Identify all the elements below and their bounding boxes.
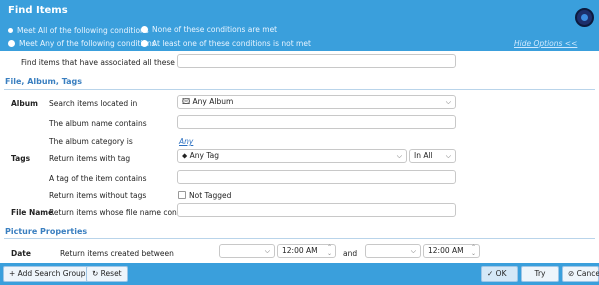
without-tags-label: Return items without tags: [49, 191, 147, 200]
album-select[interactable]: 🖾 Any Album ⌵: [177, 95, 456, 109]
from-time-input[interactable]: 12:00 AM ⌃ ⌄: [277, 244, 336, 258]
not-tagged-checkbox[interactable]: [178, 191, 186, 199]
album-group-label: Album: [11, 99, 38, 108]
chevron-down-icon: ⌵: [264, 247, 270, 255]
radio-one-not-met-label: At least one of these conditions is not …: [152, 39, 311, 48]
check-icon: ✓: [487, 269, 496, 278]
spinner-icon[interactable]: ⌃ ⌄: [471, 245, 476, 257]
from-time-value: 12:00 AM: [282, 246, 318, 255]
tags-with-label: Return items with tag: [49, 154, 131, 163]
add-search-group-button[interactable]: + Add Search Group: [3, 266, 92, 282]
to-time-value: 12:00 AM: [428, 246, 464, 255]
tag-contains-input[interactable]: [177, 170, 456, 184]
radio-none-met[interactable]: None of these conditions are met: [141, 25, 277, 34]
reset-icon: ↻: [92, 269, 101, 278]
album-name-input[interactable]: [177, 115, 456, 129]
cancel-button[interactable]: ⊘ Cancel: [562, 266, 599, 282]
file-name-group-label: File Name: [11, 208, 54, 217]
date-group-label: Date: [11, 249, 31, 258]
album-located-label: Search items located in: [49, 99, 138, 108]
file-name-input[interactable]: [177, 203, 456, 217]
radio-icon: [8, 40, 15, 47]
section-picture-properties: Picture Properties: [5, 227, 88, 236]
reset-button[interactable]: ↻ Reset: [86, 266, 128, 282]
radio-meet-all[interactable]: Meet All of the following conditions: [8, 26, 149, 35]
album-category-label: The album category is: [49, 137, 133, 146]
reset-label: Reset: [100, 269, 122, 278]
radio-none-met-label: None of these conditions are met: [152, 25, 278, 34]
radio-one-not-met[interactable]: At least one of these conditions is not …: [141, 39, 311, 48]
chevron-down-icon: ⌵: [410, 247, 416, 255]
album-icon: 🖾: [182, 97, 193, 106]
tag-contains-label: A tag of the item contains: [49, 174, 147, 183]
date-label: Return items created between: [60, 249, 174, 258]
tags-group-label: Tags: [11, 154, 31, 163]
radio-icon: [141, 26, 148, 33]
file-name-label: Return items whose file name contains: [49, 208, 196, 217]
tag-icon: ⬥: [182, 151, 190, 160]
album-category-link[interactable]: Any: [179, 137, 193, 146]
section-divider: [4, 238, 595, 239]
section-divider: [4, 89, 595, 90]
from-date-select[interactable]: ⌵: [219, 244, 275, 258]
radio-meet-all-label: Meet All of the following conditions: [17, 26, 149, 35]
dialog-footer: + Add Search Group ↻ Reset ✓ OK Try ⊘ Ca…: [0, 263, 599, 285]
chevron-down-icon: ⌵: [445, 152, 451, 160]
radio-meet-any-label: Meet Any of the following conditions: [19, 39, 156, 48]
tag-scope-value: In All: [414, 151, 433, 160]
dialog-title: Find Items: [8, 5, 68, 16]
find-items-header: Find Items Meet All of the following con…: [0, 0, 599, 51]
radio-meet-any[interactable]: Meet Any of the following conditions: [8, 39, 156, 48]
radio-selected-icon: [8, 28, 13, 33]
radio-icon: [141, 40, 148, 47]
date-and-label: and: [343, 249, 358, 258]
tag-select[interactable]: ⬥ Any Tag ⌵: [177, 149, 407, 163]
ok-button[interactable]: ✓ OK: [481, 266, 518, 282]
to-time-input[interactable]: 12:00 AM ⌃ ⌄: [423, 244, 480, 258]
spinner-icon[interactable]: ⌃ ⌄: [327, 245, 332, 257]
cancel-label: Cancel: [576, 269, 599, 278]
tag-scope-select[interactable]: In All ⌵: [409, 149, 456, 163]
keywords-label: Find items that have associated all thes…: [21, 58, 203, 67]
tag-select-value: Any Tag: [189, 151, 220, 160]
hide-options-link[interactable]: Hide Options <<: [514, 39, 577, 48]
try-button[interactable]: Try: [521, 266, 559, 282]
section-file-album-tags: File, Album, Tags: [5, 77, 83, 86]
keywords-input[interactable]: [177, 54, 456, 68]
ok-label: OK: [495, 269, 507, 278]
chevron-down-icon: ⌵: [396, 152, 402, 160]
cancel-icon: ⊘: [568, 269, 577, 278]
not-tagged-label: Not Tagged: [189, 191, 232, 200]
album-select-value: Any Album: [192, 97, 234, 106]
album-name-label: The album name contains: [49, 119, 147, 128]
to-date-select[interactable]: ⌵: [365, 244, 421, 258]
help-icon[interactable]: [575, 8, 594, 27]
chevron-down-icon: ⌵: [445, 98, 451, 106]
